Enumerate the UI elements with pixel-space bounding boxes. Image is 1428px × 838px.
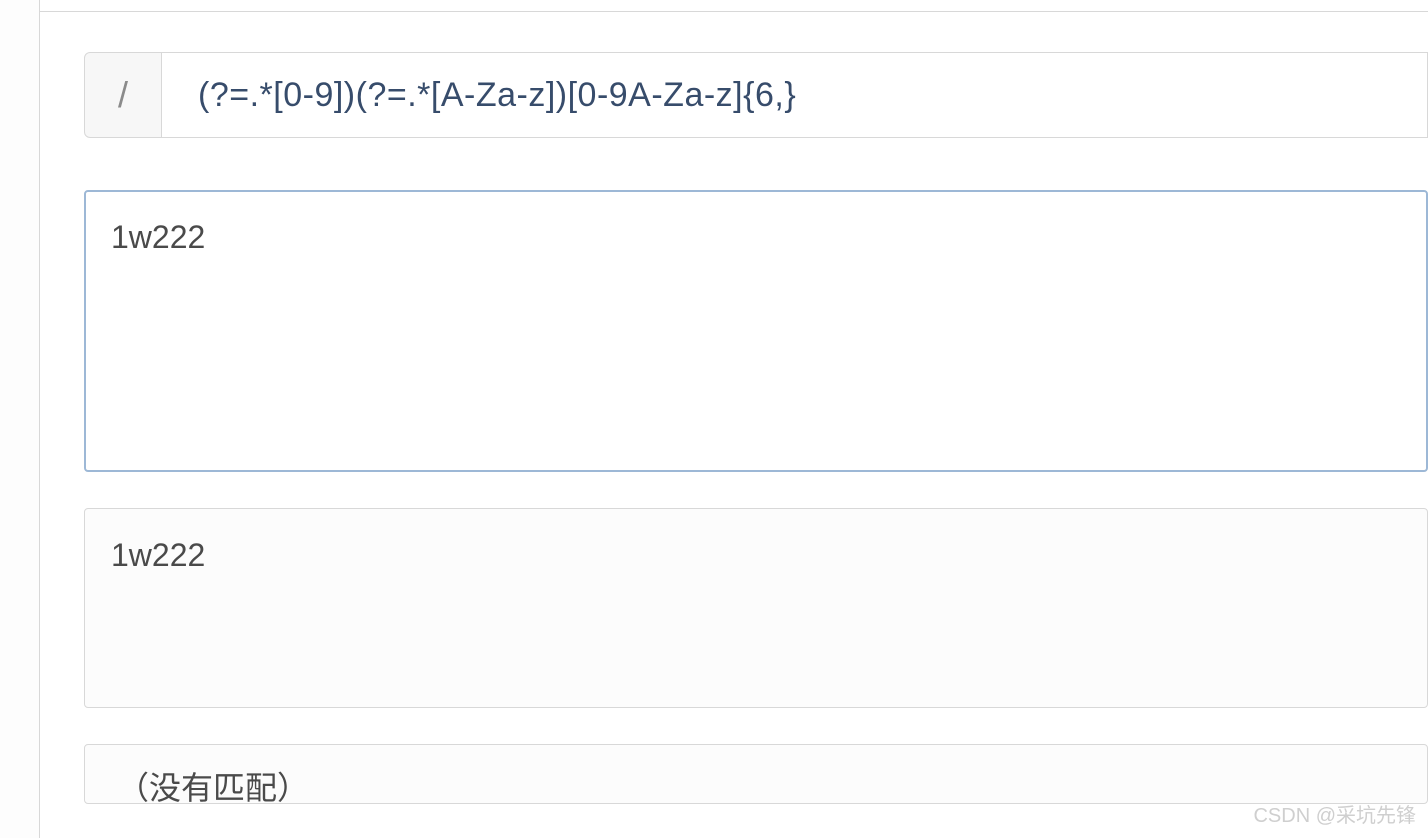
regex-delimiter[interactable]: / [84, 52, 162, 138]
match-result-box: 1w222 [84, 508, 1428, 708]
no-match-box: （没有匹配） [84, 744, 1428, 804]
top-divider [40, 0, 1428, 12]
test-string-input[interactable]: 1w222 [84, 190, 1428, 472]
regex-pattern-input[interactable]: (?=.*[0-9])(?=.*[A-Za-z])[0-9A-Za-z]{6,} [162, 52, 1428, 138]
watermark: CSDN @采坑先锋 [1253, 799, 1416, 828]
main-content: / (?=.*[0-9])(?=.*[A-Za-z])[0-9A-Za-z]{6… [40, 12, 1428, 838]
regex-row: / (?=.*[0-9])(?=.*[A-Za-z])[0-9A-Za-z]{6… [84, 52, 1428, 138]
left-rail [0, 0, 40, 838]
